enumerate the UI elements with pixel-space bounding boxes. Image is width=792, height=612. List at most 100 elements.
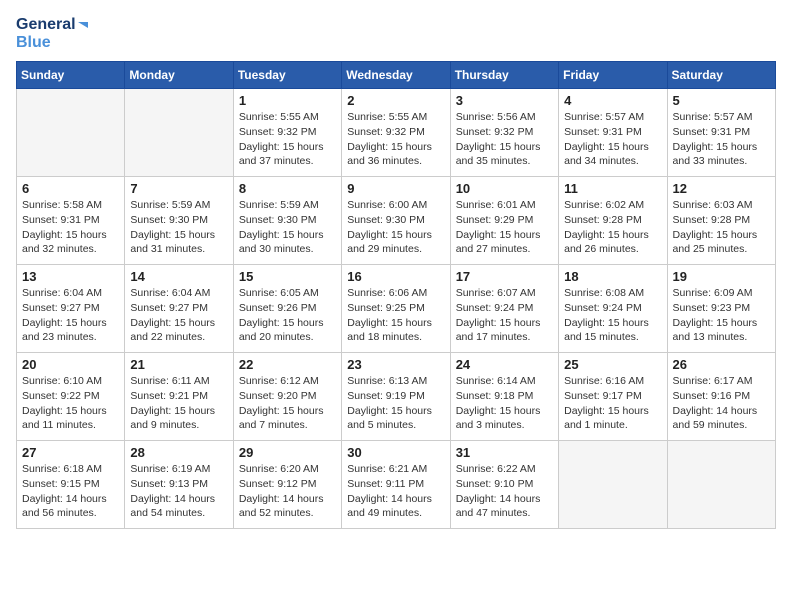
calendar-cell: 20 Sunrise: 6:10 AM Sunset: 9:22 PM Dayli…: [17, 353, 125, 441]
calendar-cell: 31 Sunrise: 6:22 AM Sunset: 9:10 PM Dayli…: [450, 441, 558, 529]
calendar-week-row: 6 Sunrise: 5:58 AM Sunset: 9:31 PM Daylig…: [17, 177, 776, 265]
calendar-cell: 28 Sunrise: 6:19 AM Sunset: 9:13 PM Dayli…: [125, 441, 233, 529]
day-info: Sunrise: 6:12 AM Sunset: 9:20 PM Dayligh…: [239, 374, 336, 433]
day-info: Sunrise: 6:00 AM Sunset: 9:30 PM Dayligh…: [347, 198, 444, 257]
day-info: Sunrise: 6:20 AM Sunset: 9:12 PM Dayligh…: [239, 462, 336, 521]
day-info: Sunrise: 5:59 AM Sunset: 9:30 PM Dayligh…: [130, 198, 227, 257]
day-info: Sunrise: 6:13 AM Sunset: 9:19 PM Dayligh…: [347, 374, 444, 433]
day-number: 19: [673, 269, 770, 284]
day-number: 14: [130, 269, 227, 284]
day-of-week-header: Saturday: [667, 62, 775, 89]
calendar-cell: 5Sunrise: 5:57 AM Sunset: 9:31 PM Daylig…: [667, 89, 775, 177]
calendar-header-row: SundayMondayTuesdayWednesdayThursdayFrid…: [17, 62, 776, 89]
calendar-table: SundayMondayTuesdayWednesdayThursdayFrid…: [16, 61, 776, 529]
day-number: 22: [239, 357, 336, 372]
day-of-week-header: Tuesday: [233, 62, 341, 89]
calendar-cell: 23 Sunrise: 6:13 AM Sunset: 9:19 PM Dayli…: [342, 353, 450, 441]
day-number: 8: [239, 181, 336, 196]
day-of-week-header: Thursday: [450, 62, 558, 89]
day-number: 15: [239, 269, 336, 284]
calendar-week-row: 1 Sunrise: 5:55 AM Sunset: 9:32 PM Daylig…: [17, 89, 776, 177]
day-number: 11: [564, 181, 661, 196]
calendar-cell: 4Sunrise: 5:57 AM Sunset: 9:31 PM Daylig…: [559, 89, 667, 177]
day-info: Sunrise: 6:19 AM Sunset: 9:13 PM Dayligh…: [130, 462, 227, 521]
calendar-cell: 30 Sunrise: 6:21 AM Sunset: 9:11 PM Dayli…: [342, 441, 450, 529]
day-number: 28: [130, 445, 227, 460]
day-number: 2: [347, 93, 444, 108]
day-number: 6: [22, 181, 119, 196]
calendar-cell: 12Sunrise: 6:03 AM Sunset: 9:28 PM Dayli…: [667, 177, 775, 265]
calendar-cell: 7 Sunrise: 5:59 AM Sunset: 9:30 PM Daylig…: [125, 177, 233, 265]
calendar-cell: 24Sunrise: 6:14 AM Sunset: 9:18 PM Dayli…: [450, 353, 558, 441]
day-number: 20: [22, 357, 119, 372]
day-number: 13: [22, 269, 119, 284]
day-number: 18: [564, 269, 661, 284]
day-number: 21: [130, 357, 227, 372]
day-info: Sunrise: 5:55 AM Sunset: 9:32 PM Dayligh…: [347, 110, 444, 169]
day-number: 16: [347, 269, 444, 284]
day-number: 30: [347, 445, 444, 460]
calendar-cell: 9 Sunrise: 6:00 AM Sunset: 9:30 PM Daylig…: [342, 177, 450, 265]
day-number: 31: [456, 445, 553, 460]
calendar-cell: 1 Sunrise: 5:55 AM Sunset: 9:32 PM Daylig…: [233, 89, 341, 177]
day-info: Sunrise: 5:57 AM Sunset: 9:31 PM Dayligh…: [673, 110, 770, 169]
day-number: 3: [456, 93, 553, 108]
calendar-cell: [17, 89, 125, 177]
calendar-cell: 15 Sunrise: 6:05 AM Sunset: 9:26 PM Dayli…: [233, 265, 341, 353]
day-number: 26: [673, 357, 770, 372]
day-number: 25: [564, 357, 661, 372]
day-info: Sunrise: 6:06 AM Sunset: 9:25 PM Dayligh…: [347, 286, 444, 345]
calendar-week-row: 20 Sunrise: 6:10 AM Sunset: 9:22 PM Dayli…: [17, 353, 776, 441]
calendar-cell: 8 Sunrise: 5:59 AM Sunset: 9:30 PM Daylig…: [233, 177, 341, 265]
day-info: Sunrise: 6:16 AM Sunset: 9:17 PM Dayligh…: [564, 374, 661, 433]
day-info: Sunrise: 5:58 AM Sunset: 9:31 PM Dayligh…: [22, 198, 119, 257]
day-info: Sunrise: 5:56 AM Sunset: 9:32 PM Dayligh…: [456, 110, 553, 169]
calendar-cell: [667, 441, 775, 529]
logo: General Blue: [16, 16, 88, 51]
day-info: Sunrise: 6:22 AM Sunset: 9:10 PM Dayligh…: [456, 462, 553, 521]
day-number: 7: [130, 181, 227, 196]
calendar-cell: 29 Sunrise: 6:20 AM Sunset: 9:12 PM Dayli…: [233, 441, 341, 529]
day-info: Sunrise: 6:08 AM Sunset: 9:24 PM Dayligh…: [564, 286, 661, 345]
day-info: Sunrise: 6:18 AM Sunset: 9:15 PM Dayligh…: [22, 462, 119, 521]
day-number: 1: [239, 93, 336, 108]
calendar-cell: 10 Sunrise: 6:01 AM Sunset: 9:29 PM Dayli…: [450, 177, 558, 265]
calendar-cell: 11 Sunrise: 6:02 AM Sunset: 9:28 PM Dayli…: [559, 177, 667, 265]
day-number: 4: [564, 93, 661, 108]
day-of-week-header: Wednesday: [342, 62, 450, 89]
day-info: Sunrise: 6:03 AM Sunset: 9:28 PM Dayligh…: [673, 198, 770, 257]
day-number: 27: [22, 445, 119, 460]
day-info: Sunrise: 6:01 AM Sunset: 9:29 PM Dayligh…: [456, 198, 553, 257]
day-info: Sunrise: 6:10 AM Sunset: 9:22 PM Dayligh…: [22, 374, 119, 433]
calendar-cell: [125, 89, 233, 177]
day-info: Sunrise: 6:11 AM Sunset: 9:21 PM Dayligh…: [130, 374, 227, 433]
calendar-cell: 2 Sunrise: 5:55 AM Sunset: 9:32 PM Daylig…: [342, 89, 450, 177]
day-number: 29: [239, 445, 336, 460]
day-info: Sunrise: 6:02 AM Sunset: 9:28 PM Dayligh…: [564, 198, 661, 257]
calendar-week-row: 27 Sunrise: 6:18 AM Sunset: 9:15 PM Dayli…: [17, 441, 776, 529]
calendar-cell: 25 Sunrise: 6:16 AM Sunset: 9:17 PM Dayli…: [559, 353, 667, 441]
calendar-cell: 27 Sunrise: 6:18 AM Sunset: 9:15 PM Dayli…: [17, 441, 125, 529]
calendar-cell: 13 Sunrise: 6:04 AM Sunset: 9:27 PM Dayli…: [17, 265, 125, 353]
page-header: General Blue: [16, 16, 776, 51]
calendar-cell: [559, 441, 667, 529]
day-number: 10: [456, 181, 553, 196]
day-number: 9: [347, 181, 444, 196]
day-number: 24: [456, 357, 553, 372]
day-number: 23: [347, 357, 444, 372]
calendar-cell: 3 Sunrise: 5:56 AM Sunset: 9:32 PM Daylig…: [450, 89, 558, 177]
day-info: Sunrise: 6:21 AM Sunset: 9:11 PM Dayligh…: [347, 462, 444, 521]
day-info: Sunrise: 5:59 AM Sunset: 9:30 PM Dayligh…: [239, 198, 336, 257]
calendar-cell: 14Sunrise: 6:04 AM Sunset: 9:27 PM Dayli…: [125, 265, 233, 353]
day-info: Sunrise: 6:17 AM Sunset: 9:16 PM Dayligh…: [673, 374, 770, 433]
day-info: Sunrise: 6:09 AM Sunset: 9:23 PM Dayligh…: [673, 286, 770, 345]
day-number: 17: [456, 269, 553, 284]
day-info: Sunrise: 6:04 AM Sunset: 9:27 PM Dayligh…: [22, 286, 119, 345]
day-info: Sunrise: 6:05 AM Sunset: 9:26 PM Dayligh…: [239, 286, 336, 345]
calendar-cell: 16 Sunrise: 6:06 AM Sunset: 9:25 PM Dayli…: [342, 265, 450, 353]
day-of-week-header: Monday: [125, 62, 233, 89]
day-info: Sunrise: 6:07 AM Sunset: 9:24 PM Dayligh…: [456, 286, 553, 345]
day-of-week-header: Sunday: [17, 62, 125, 89]
calendar-cell: 19 Sunrise: 6:09 AM Sunset: 9:23 PM Dayli…: [667, 265, 775, 353]
day-info: Sunrise: 5:55 AM Sunset: 9:32 PM Dayligh…: [239, 110, 336, 169]
